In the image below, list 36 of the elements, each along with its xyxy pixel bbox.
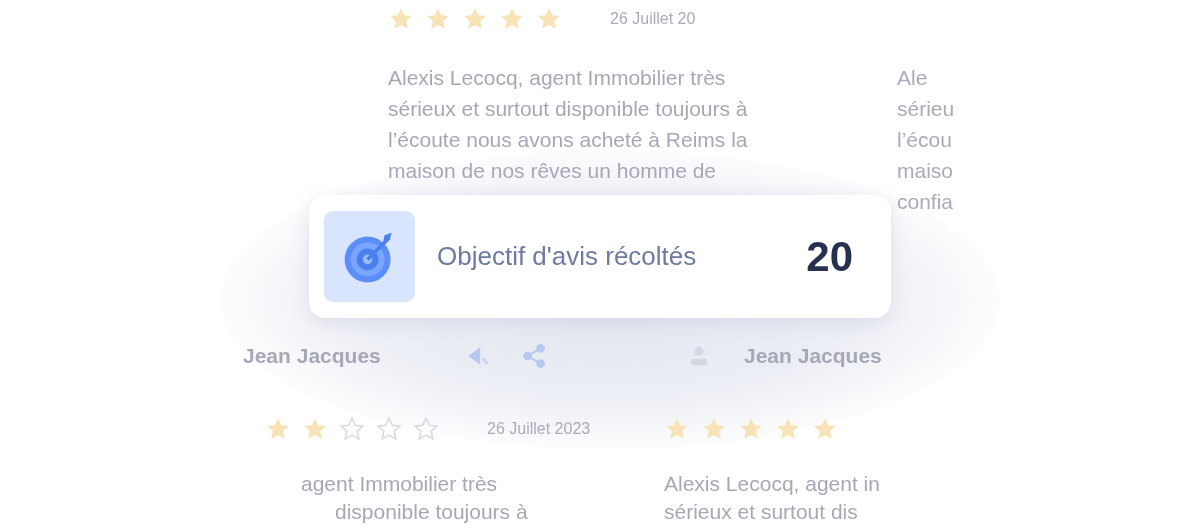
star-icon: [536, 6, 562, 32]
star-icon: [664, 416, 690, 442]
star-icon: [701, 416, 727, 442]
review-text: sérieux et surtout disponible toujours à: [388, 96, 749, 122]
star-icon: [265, 416, 291, 442]
review-date: 26 Juillet 20: [610, 10, 696, 28]
review-text: l’écou: [897, 127, 953, 153]
review-text: l’écoute nous avons acheté à Reims la: [388, 127, 749, 153]
star-icon: [462, 6, 488, 32]
review-date: 26 Juillet 2023: [487, 420, 591, 438]
review-text: sérieux et surtout dis: [664, 499, 859, 525]
review-text: agent Immobilier très: [301, 471, 499, 497]
star-icon: [812, 416, 838, 442]
star-icon: [738, 416, 764, 442]
review-text: maiso: [897, 158, 955, 184]
share-icon: [520, 343, 547, 369]
star-icon: [413, 416, 439, 442]
star-icon: [775, 416, 801, 442]
review-text: Ale: [897, 65, 929, 91]
star-icon: [425, 6, 451, 32]
goal-label: Objectif d'avis récoltés: [437, 241, 698, 272]
reviewer-name: Jean Jacques: [744, 344, 882, 368]
review-text: sérieu: [897, 96, 956, 122]
review-text: Alexis Lecocq, agent Immobilier très: [388, 65, 727, 91]
star-icon: [499, 6, 525, 32]
review-text: confia: [897, 189, 955, 215]
review-text: Alexis Lecocq, agent in: [664, 471, 881, 497]
reviewer-name: Jean Jacques: [243, 344, 381, 368]
star-icon: [388, 6, 414, 32]
review-text: maison de nos rêves un homme de: [388, 158, 717, 184]
star-icon: [302, 416, 328, 442]
review-text: disponible toujours à: [335, 499, 529, 525]
avatar-icon: [688, 344, 710, 368]
goal-value: 20: [806, 232, 853, 281]
star-icon: [339, 416, 365, 442]
star-icon: [376, 416, 402, 442]
